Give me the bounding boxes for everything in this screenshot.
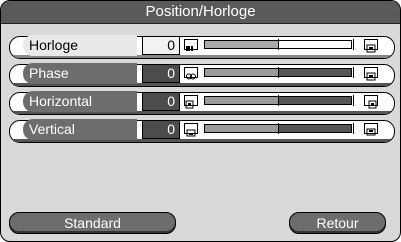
shift-up-icon <box>364 123 378 136</box>
setting-value: 0 <box>142 120 180 139</box>
setting-value: 0 <box>142 64 180 83</box>
horloge-slider[interactable] <box>204 39 354 50</box>
retour-button[interactable]: Retour <box>289 212 386 234</box>
setting-value: 0 <box>142 92 180 111</box>
vertical-slider[interactable] <box>204 123 354 134</box>
setting-label: Phase <box>23 63 137 84</box>
clock-wide-icon <box>364 39 378 53</box>
phase-slider[interactable] <box>204 67 354 78</box>
osd-menu: Position/Horloge Horloge 0 Phase 0 Horiz… <box>0 0 401 242</box>
setting-row-vertical[interactable]: Vertical 0 <box>1 119 400 143</box>
setting-label: Horloge <box>23 35 137 56</box>
setting-value: 0 <box>142 36 180 55</box>
phase-shift-icon <box>184 67 198 80</box>
shift-left-icon <box>184 95 198 109</box>
phase-aligned-icon <box>364 67 378 81</box>
standard-button[interactable]: Standard <box>9 212 176 234</box>
shift-down-icon <box>184 123 198 137</box>
clock-narrow-icon <box>184 39 198 51</box>
setting-row-phase[interactable]: Phase 0 <box>1 63 400 87</box>
setting-label: Vertical <box>23 119 137 140</box>
setting-label: Horizontal <box>23 91 137 112</box>
setting-row-horizontal[interactable]: Horizontal 0 <box>1 91 400 115</box>
shift-right-icon <box>364 95 378 109</box>
setting-row-horloge[interactable]: Horloge 0 <box>1 35 400 59</box>
horizontal-slider[interactable] <box>204 95 354 106</box>
menu-title: Position/Horloge <box>1 1 400 24</box>
